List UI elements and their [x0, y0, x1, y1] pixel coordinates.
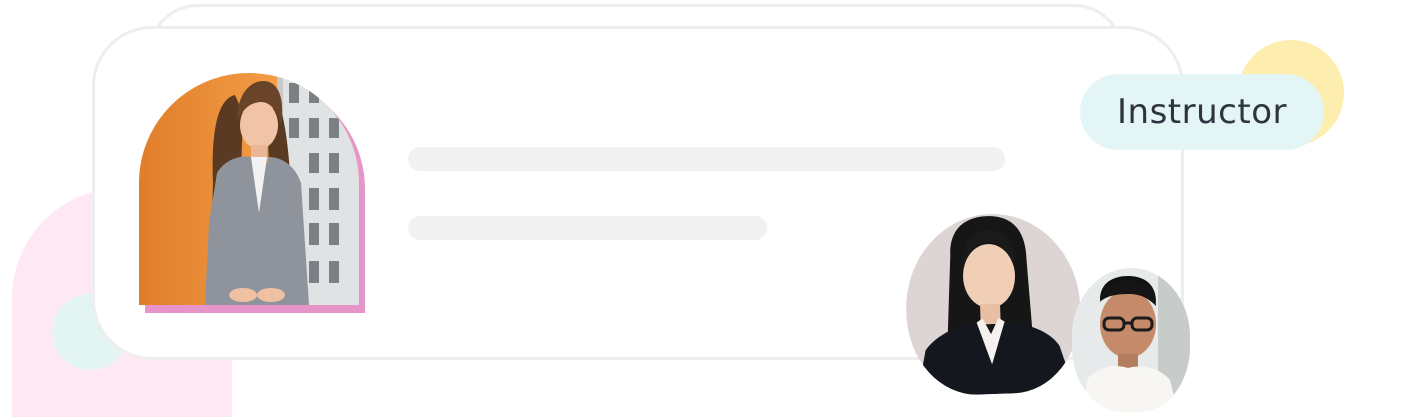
illustration-stage: Instructor: [0, 0, 1407, 417]
profile-photo: [139, 73, 365, 313]
main-portrait-image: [139, 73, 359, 305]
text-placeholder-line-short: [408, 216, 767, 240]
avatar-portrait-woman-glasses: [1072, 268, 1190, 412]
text-placeholder-line: [408, 147, 1005, 171]
instructor-label: Instructor: [1117, 92, 1287, 132]
instructor-badge: Instructor: [1080, 74, 1324, 150]
